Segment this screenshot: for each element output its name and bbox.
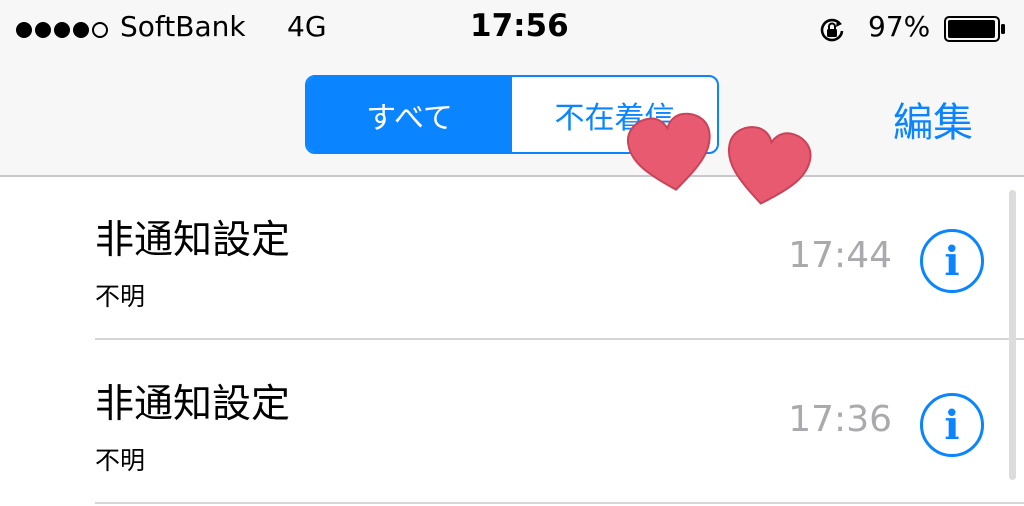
battery-percent: 97%	[868, 10, 931, 43]
call-time: 17:36	[788, 399, 892, 440]
status-bar: SoftBank 4G 17:56 97%	[0, 0, 1024, 58]
row-separator	[95, 338, 1024, 340]
info-icon[interactable]: i	[920, 393, 984, 457]
segment-all[interactable]: すべて	[307, 77, 512, 152]
call-row[interactable]: 非通知設定 不明 17:36 i	[0, 341, 1024, 505]
call-time: 17:44	[788, 235, 892, 276]
orientation-lock-icon	[820, 18, 844, 42]
scrollbar[interactable]	[1009, 190, 1016, 480]
call-type: 不明	[95, 446, 146, 475]
edit-button[interactable]: 編集	[893, 90, 973, 148]
call-row[interactable]: 非通知設定 不明 17:44 i	[0, 177, 1024, 341]
call-type: 不明	[95, 282, 146, 311]
signal-dots-icon	[16, 22, 108, 38]
network-type: 4G	[287, 10, 327, 43]
caller-name: 非通知設定	[95, 218, 291, 263]
caller-name: 非通知設定	[95, 382, 291, 427]
status-time: 17:56	[470, 8, 569, 44]
row-separator	[95, 502, 1024, 504]
carrier-name: SoftBank	[120, 10, 246, 43]
battery-icon	[944, 16, 1005, 42]
info-icon[interactable]: i	[920, 229, 984, 293]
top-bar: SoftBank 4G 17:56 97% すべて 不在着信 編集	[0, 0, 1024, 176]
